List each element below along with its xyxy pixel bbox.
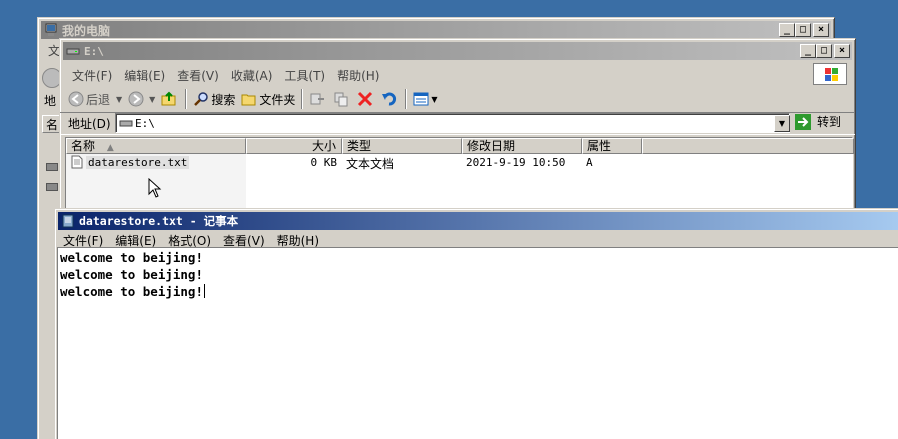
- maximize-button[interactable]: □: [816, 44, 832, 58]
- menu-file[interactable]: 文件(F): [66, 67, 118, 84]
- column-header-type[interactable]: 类型: [342, 138, 462, 154]
- go-label: 转到: [817, 115, 842, 129]
- go-button[interactable]: 转到: [795, 113, 841, 130]
- drive-icon[interactable]: [46, 183, 58, 191]
- close-button[interactable]: ×: [813, 23, 829, 37]
- back-arrow-icon: [68, 91, 84, 107]
- explorer-title: E:\: [84, 44, 104, 58]
- copy-to-button[interactable]: [330, 88, 354, 110]
- views-button[interactable]: ▼: [410, 88, 440, 110]
- column-header-modified[interactable]: 修改日期: [462, 138, 582, 154]
- file-type: 文本文档: [346, 157, 395, 171]
- notepad-text-area[interactable]: welcome to beijing! welcome to beijing! we…: [57, 247, 898, 439]
- windows-logo-icon: [813, 63, 847, 85]
- computer-icon: [44, 23, 58, 37]
- minimize-button[interactable]: _: [800, 44, 816, 58]
- menu-format[interactable]: 格式(O): [162, 232, 217, 249]
- up-folder-icon: [161, 91, 177, 107]
- undo-button[interactable]: [378, 88, 402, 110]
- file-attributes: A: [586, 156, 593, 169]
- table-row[interactable]: datarestore.txt 0 KB 文本文档 2021-9-19 10:5…: [66, 155, 854, 171]
- minimize-button[interactable]: _: [779, 23, 795, 37]
- views-dropdown-icon[interactable]: ▼: [431, 95, 437, 104]
- text-line: welcome to beijing!: [60, 284, 205, 299]
- menu-tools[interactable]: 工具(T): [278, 67, 331, 84]
- text-file-icon: [71, 155, 87, 171]
- folders-label: 文件夹: [259, 92, 296, 107]
- search-button[interactable]: 搜索: [190, 88, 238, 110]
- address-input[interactable]: E:\: [115, 113, 790, 133]
- forward-button[interactable]: ▼: [125, 88, 158, 110]
- my-computer-title: 我的电脑: [62, 23, 111, 38]
- menu-view[interactable]: 查看(V): [217, 232, 271, 249]
- menu-help[interactable]: 帮助(H): [331, 67, 385, 84]
- folders-button[interactable]: 文件夹: [238, 88, 298, 110]
- folder-icon: [241, 91, 257, 107]
- drive-icon: [119, 116, 133, 130]
- menu-view[interactable]: 查看(V): [171, 67, 225, 84]
- close-button[interactable]: ×: [834, 44, 850, 58]
- column-header-filler: [642, 138, 854, 154]
- back-button[interactable]: 后退 ▼: [65, 88, 125, 110]
- text-caret: [204, 284, 205, 298]
- explorer-titlebar[interactable]: E:\ _ □ ×: [63, 42, 852, 60]
- undo-icon: [381, 91, 397, 107]
- move-to-icon: [309, 91, 325, 107]
- notepad-titlebar[interactable]: datarestore.txt - 记事本: [58, 212, 898, 230]
- mouse-cursor-icon: [148, 177, 162, 201]
- toolbar-separator: [301, 89, 304, 109]
- file-size: 0 KB: [310, 156, 338, 169]
- notepad-title: datarestore.txt - 记事本: [79, 214, 239, 228]
- back-dropdown-icon[interactable]: ▼: [116, 95, 122, 104]
- menu-file[interactable]: 文件(F): [57, 232, 109, 249]
- column-header-size[interactable]: 大小: [246, 138, 342, 154]
- sort-ascending-icon: ▲: [106, 143, 114, 153]
- address-label: 地址(D): [68, 117, 111, 131]
- drive-icon[interactable]: [46, 163, 58, 171]
- back-label: 后退: [86, 92, 111, 107]
- go-arrow-icon: [795, 113, 811, 130]
- my-computer-titlebar[interactable]: 我的电脑 _ □ ×: [41, 21, 831, 39]
- menu-edit[interactable]: 编辑(E): [118, 67, 171, 84]
- search-label: 搜索: [211, 92, 236, 107]
- address-value: E:\: [135, 116, 155, 130]
- views-grid-icon: [413, 91, 429, 107]
- search-icon: [193, 91, 209, 107]
- file-name: datarestore.txt: [86, 156, 190, 169]
- file-modified: 2021-9-19 10:50: [466, 156, 566, 169]
- copy-to-icon: [333, 91, 349, 107]
- toolbar-separator: [185, 89, 188, 109]
- forward-dropdown-icon[interactable]: ▼: [149, 95, 155, 104]
- delete-button[interactable]: [354, 88, 378, 110]
- menu-help[interactable]: 帮助(H): [271, 232, 325, 249]
- delete-x-icon: [357, 91, 373, 107]
- notepad-icon: [61, 214, 75, 228]
- address-dropdown-button[interactable]: ▼: [774, 115, 790, 132]
- column-header-attributes[interactable]: 属性: [582, 138, 642, 154]
- menu-favorites[interactable]: 收藏(A): [225, 67, 279, 84]
- drive-icon: [66, 44, 80, 58]
- toolbar-separator: [405, 89, 408, 109]
- explorer-menubar: 文件(F) 编辑(E) 查看(V) 收藏(A) 工具(T) 帮助(H): [66, 66, 385, 84]
- move-to-button[interactable]: [306, 88, 330, 110]
- up-folder-button[interactable]: [158, 88, 182, 110]
- forward-arrow-icon: [128, 91, 144, 107]
- column-header-name[interactable]: 名称 ▲: [66, 138, 246, 154]
- explorer-toolbar: 后退 ▼ ▼ 搜索 文件夹 ▼: [65, 88, 441, 110]
- my-computer-address-partial: 地: [44, 94, 57, 108]
- menu-edit[interactable]: 编辑(E): [109, 232, 162, 249]
- notepad-window: datarestore.txt - 记事本 文件(F) 编辑(E) 格式(O) …: [54, 208, 898, 439]
- text-line: welcome to beijing!: [60, 267, 203, 282]
- maximize-button[interactable]: □: [795, 23, 811, 37]
- text-line: welcome to beijing!: [60, 250, 203, 265]
